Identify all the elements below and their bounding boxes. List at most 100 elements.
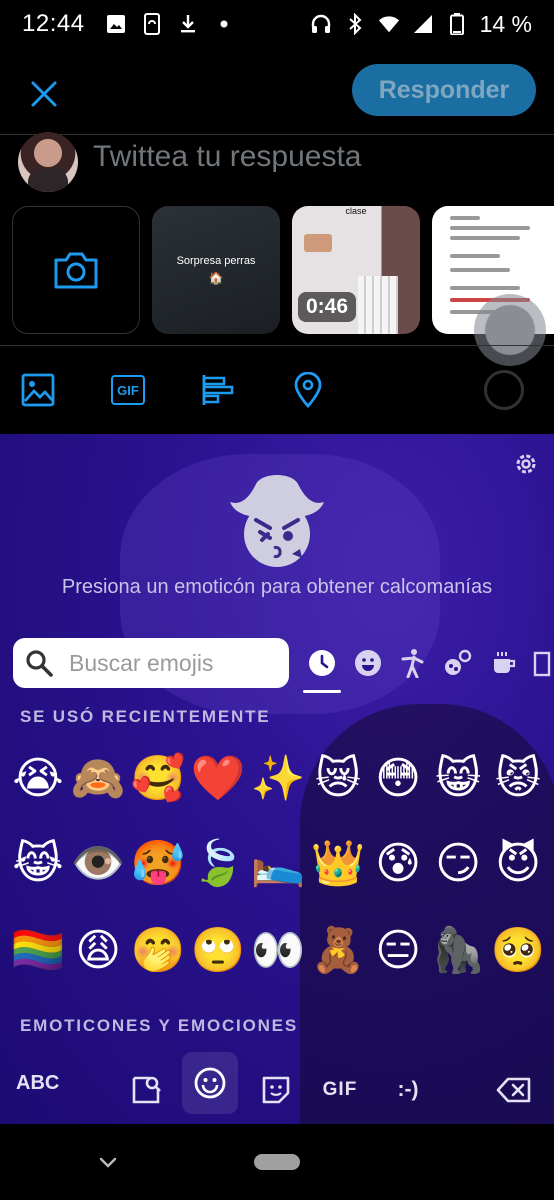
recent-emoji-grid: 😭 🙈 🥰 ❤️ ✨ 😿 😳 😸 😾 😹 👁️ 🥵 🍃 🛌 👑 😰 😏 😈 🏳️… xyxy=(8,740,548,990)
battery-icon xyxy=(446,13,468,35)
camera-button[interactable] xyxy=(12,206,140,334)
tab-travel[interactable] xyxy=(531,646,554,680)
coffee-icon xyxy=(494,652,516,673)
keyboard-settings-button[interactable] xyxy=(512,450,540,478)
tab-food[interactable] xyxy=(487,646,521,680)
close-button[interactable] xyxy=(22,72,66,116)
backspace-icon xyxy=(496,1077,531,1103)
backspace-key[interactable] xyxy=(486,1060,542,1120)
sticker-search-key[interactable] xyxy=(118,1060,174,1120)
camera-icon xyxy=(54,252,98,289)
thumbnail-1-text: Sorpresa perras xyxy=(176,255,256,267)
status-bar: 12:44 14 % xyxy=(0,0,554,48)
sticker-key[interactable] xyxy=(248,1060,304,1120)
battery-percentage: 14 % xyxy=(479,10,532,37)
more-notifications-dot-icon xyxy=(213,13,235,35)
gif-key[interactable]: GIF xyxy=(312,1060,368,1120)
phone-sync-icon xyxy=(141,13,163,35)
house-emoji-icon: 🏠 xyxy=(208,271,224,285)
emoji-key[interactable]: 😈 xyxy=(488,816,548,910)
smiley-icon xyxy=(355,650,381,676)
cowboy-emoji-sticker-icon xyxy=(230,475,324,567)
reply-input[interactable]: Twittea tu respuesta xyxy=(93,140,361,174)
emoji-key[interactable]: 🥰 xyxy=(128,740,188,816)
thumbnail-sticker xyxy=(304,234,332,252)
avatar xyxy=(18,132,78,192)
emoji-key[interactable]: 😳 xyxy=(368,740,428,816)
emoji-search-placeholder: Buscar emojis xyxy=(69,649,214,676)
poll-icon xyxy=(202,375,234,405)
emotions-section-label: EMOTICONES Y EMOCIONES xyxy=(20,1016,298,1035)
emoji-smiley-icon xyxy=(194,1067,226,1099)
tab-smileys[interactable] xyxy=(351,646,385,680)
emoji-key[interactable]: 😸 xyxy=(428,740,488,816)
emoji-key[interactable]: 😾 xyxy=(488,740,548,816)
add-poll-button[interactable] xyxy=(198,370,238,410)
chevron-down-icon xyxy=(99,1157,117,1168)
character-count-ring xyxy=(484,370,524,410)
abc-key[interactable]: ABC xyxy=(16,1072,59,1095)
emoji-key[interactable]: 🍃 xyxy=(188,816,248,910)
system-status: 14 % xyxy=(310,11,532,38)
emoji-key[interactable]: 😭 xyxy=(8,740,68,816)
emoji-key[interactable]: 🤭 xyxy=(128,910,188,990)
emoji-key[interactable]: ✨ xyxy=(248,740,308,816)
reply-button[interactable]: Responder xyxy=(352,64,536,116)
emoticon-key[interactable]: :-) xyxy=(380,1060,436,1120)
tab-recent[interactable] xyxy=(305,646,339,680)
hide-keyboard-button[interactable] xyxy=(96,1150,120,1174)
location-pin-icon xyxy=(294,372,322,408)
emoji-key-tab[interactable] xyxy=(182,1052,238,1114)
building-icon xyxy=(533,651,551,677)
emoji-key[interactable]: 🏳️‍🌈 xyxy=(8,910,68,990)
video-duration: 0:46 xyxy=(298,292,357,322)
activities-icon xyxy=(445,649,472,675)
add-gif-button[interactable]: GIF xyxy=(108,370,148,410)
emoji-key[interactable]: 😹 xyxy=(8,816,68,910)
download-icon xyxy=(177,13,199,35)
emoji-key[interactable]: 😰 xyxy=(368,816,428,910)
emoji-key[interactable]: 🙈 xyxy=(68,740,128,816)
emoji-key[interactable]: 👑 xyxy=(308,816,368,910)
emoji-key[interactable]: 🙄 xyxy=(188,910,248,990)
gear-icon xyxy=(516,454,536,474)
sticker-hint-text: Presiona un emoticón para obtener calcom… xyxy=(61,576,493,598)
emoji-key[interactable]: 🛌 xyxy=(248,816,308,910)
close-icon xyxy=(31,81,57,107)
gif-icon: GIF xyxy=(111,375,145,405)
tab-activities[interactable] xyxy=(441,646,475,680)
headphones-icon xyxy=(310,13,332,35)
tab-people[interactable] xyxy=(396,646,430,680)
emoji-search-row: Buscar emojis xyxy=(0,638,554,693)
thumbnail-2-caption: clase xyxy=(345,206,367,216)
notification-icons xyxy=(105,13,235,35)
keyboard-bottom-row: ABC GIF :-) xyxy=(0,1052,554,1118)
gallery-thumbnail-2[interactable]: clase 0:46 xyxy=(292,206,420,334)
home-pill-button[interactable] xyxy=(254,1154,300,1170)
reply-composer: Twittea tu respuesta xyxy=(0,132,554,200)
emoji-key[interactable]: 👀 xyxy=(248,910,308,990)
gallery-thumbnail-1[interactable]: Sorpresa perras 🏠 xyxy=(152,206,280,334)
image-notification-icon xyxy=(105,13,127,35)
sticker-search-icon xyxy=(132,1076,161,1104)
emoji-key[interactable]: ❤️ xyxy=(188,740,248,816)
system-nav-bar xyxy=(0,1124,554,1200)
thumbnail-radiator xyxy=(358,276,398,334)
emoji-key[interactable]: 👁️ xyxy=(68,816,128,910)
emoji-key[interactable]: 😏 xyxy=(428,816,488,910)
sticker-icon xyxy=(262,1076,290,1104)
emoji-key[interactable]: 😩 xyxy=(68,910,128,990)
emoji-key[interactable]: 😑 xyxy=(368,910,428,990)
emoji-search-input[interactable]: Buscar emojis xyxy=(13,638,289,688)
add-image-button[interactable] xyxy=(18,370,58,410)
emoji-key[interactable]: 😿 xyxy=(308,740,368,816)
selected-tab-indicator xyxy=(303,690,341,693)
emoji-key[interactable]: 🧸 xyxy=(308,910,368,990)
compose-header: Responder xyxy=(0,48,554,134)
bluetooth-icon xyxy=(344,13,366,35)
emoji-key[interactable]: 🥺 xyxy=(488,910,548,990)
emoji-key[interactable]: 🥵 xyxy=(128,816,188,910)
add-location-button[interactable] xyxy=(288,370,328,410)
search-icon xyxy=(26,650,53,677)
emoji-key[interactable]: 🦍 xyxy=(428,910,488,990)
